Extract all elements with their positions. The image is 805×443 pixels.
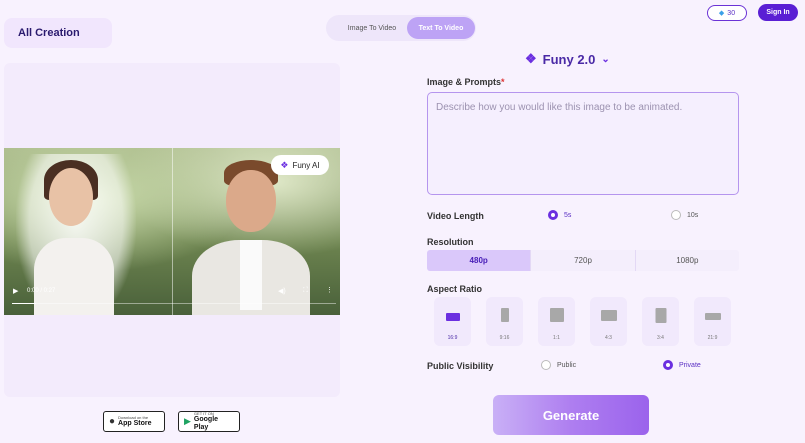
aspect-9-16[interactable]: 9:16 <box>486 297 523 346</box>
ratio-16-9-icon <box>445 313 460 321</box>
play-icon[interactable]: ▶ <box>13 287 18 295</box>
aspect-21-9[interactable]: 21:9 <box>694 297 731 346</box>
length-10s-label: 10s <box>687 211 699 219</box>
length-5s-label: 5s <box>564 211 572 219</box>
ratio-4-3-icon <box>600 310 617 321</box>
visibility-public-label: Public <box>557 361 577 369</box>
google-play-icon: ▶ <box>184 416 191 426</box>
radio-icon <box>541 360 551 370</box>
credits-count: 30 <box>727 9 736 17</box>
resolution-720p[interactable]: 720p <box>531 250 636 271</box>
aspect-3-4[interactable]: 3:4 <box>642 297 679 346</box>
video-time: 0:00 / 0:27 <box>27 288 56 294</box>
app-store-badge[interactable]: ● Download on the App Store <box>103 411 165 432</box>
aspect-ratio-label: Aspect Ratio <box>427 284 483 294</box>
visibility-private[interactable]: Private <box>663 360 701 370</box>
sign-in-button[interactable]: Sign In <box>758 4 798 21</box>
radio-selected-icon <box>548 210 558 220</box>
ratio-3-4-icon <box>655 308 666 323</box>
ratio-21-9-icon <box>704 313 721 320</box>
fullscreen-icon[interactable]: ⛶ <box>303 287 308 295</box>
radio-selected-icon <box>663 360 673 370</box>
mode-tabs: Image To Video Text To Video <box>326 15 476 41</box>
more-options-icon[interactable]: ⋮ <box>326 286 333 294</box>
aspect-4-3[interactable]: 4:3 <box>590 297 627 346</box>
resolution-label: Resolution <box>427 237 474 247</box>
ratio-1-1-icon <box>549 308 564 322</box>
prompt-textarea[interactable]: Describe how you would like this image t… <box>427 92 739 195</box>
app-store-big: App Store <box>118 420 152 427</box>
groom-face <box>226 170 276 232</box>
diamond-icon: ◆ <box>718 10 725 17</box>
resolution-480p[interactable]: 480p <box>427 250 532 271</box>
model-selector[interactable]: ❖ Funy 2.0 ⌄ <box>525 51 610 67</box>
generate-button[interactable]: Generate <box>493 395 649 435</box>
funy-logo-icon: ❖ <box>280 159 289 170</box>
chevron-down-icon: ⌄ <box>601 53 610 65</box>
public-visibility-label: Public Visibility <box>427 361 494 371</box>
bride-face <box>49 168 93 226</box>
visibility-private-label: Private <box>679 361 701 369</box>
length-option-10s[interactable]: 10s <box>671 210 698 220</box>
length-option-5s[interactable]: 5s <box>548 210 571 220</box>
model-name: Funy 2.0 <box>542 51 596 67</box>
funy-ai-badge: ❖ Funy AI <box>271 155 329 175</box>
volume-icon[interactable]: ◀) <box>278 287 286 295</box>
visibility-public[interactable]: Public <box>541 360 576 370</box>
credits-badge[interactable]: ◆ 30 <box>707 5 747 21</box>
funy-ai-label: Funy AI <box>292 160 320 170</box>
tab-text-to-video[interactable]: Text To Video <box>407 17 475 39</box>
video-length-label: Video Length <box>427 211 484 221</box>
tab-image-to-video[interactable]: Image To Video <box>334 17 410 39</box>
apple-icon: ● <box>109 416 116 427</box>
google-play-badge[interactable]: ▶ GET IT ON Google Play <box>178 411 240 432</box>
aspect-1-1[interactable]: 1:1 <box>538 297 575 346</box>
model-logo-icon: ❖ <box>525 51 537 66</box>
all-creation-title[interactable]: All Creation <box>4 18 112 48</box>
resolution-selector: 480p 720p 1080p <box>427 250 739 271</box>
resolution-1080p[interactable]: 1080p <box>636 250 739 271</box>
ratio-9-16-icon <box>500 308 509 322</box>
prompt-label: Image & Prompts* <box>427 77 505 87</box>
radio-icon <box>671 210 681 220</box>
video-progress[interactable] <box>12 303 336 304</box>
video-controls: ▶ 0:00 / 0:27 ◀) ⛶ ⋮ <box>4 283 340 313</box>
aspect-16-9[interactable]: 16:9 <box>434 297 471 346</box>
google-play-big: Google Play <box>193 416 219 431</box>
